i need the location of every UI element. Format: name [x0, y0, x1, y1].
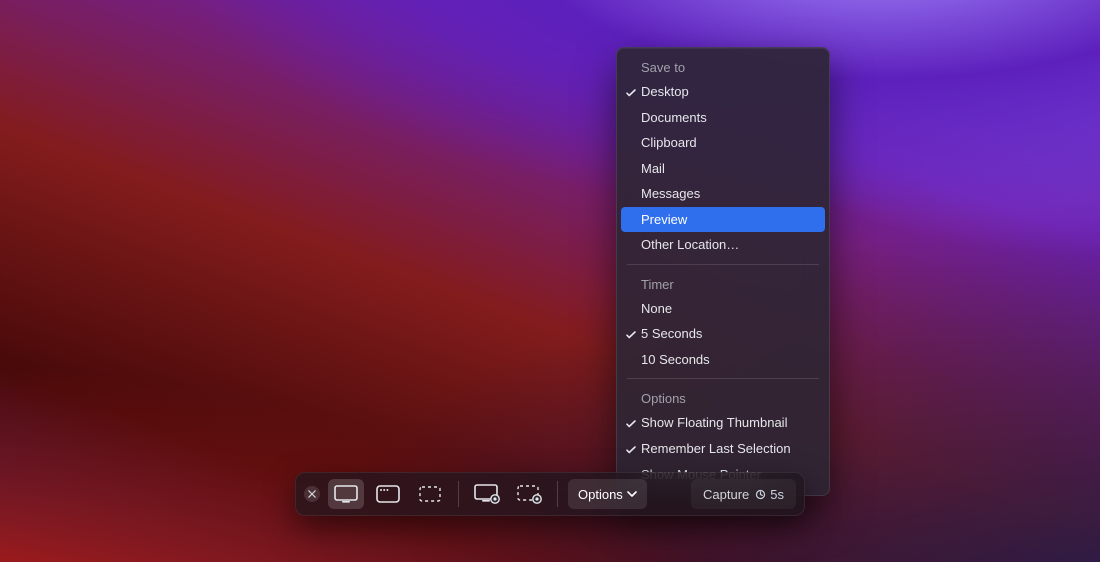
- menu-item-label: 5 Seconds: [641, 326, 702, 341]
- menu-divider: [627, 264, 819, 265]
- menu-item-label: Desktop: [641, 84, 689, 99]
- menu-section-title-options: Options: [617, 385, 829, 410]
- menu-item-label: Mail: [641, 161, 665, 176]
- menu-item-documents[interactable]: Documents: [617, 105, 829, 131]
- capture-entire-screen-icon: [334, 485, 358, 503]
- toolbar-separator: [557, 481, 558, 507]
- capture-entire-screen-button[interactable]: [328, 479, 364, 509]
- options-button[interactable]: Options: [568, 479, 647, 509]
- capture-selection-icon: [418, 485, 442, 503]
- capture-selection-button[interactable]: [412, 479, 448, 509]
- check-icon: [625, 443, 637, 455]
- screenshot-toolbar: Options Capture 5s: [295, 472, 805, 516]
- menu-item-label: Other Location…: [641, 237, 739, 252]
- menu-divider: [627, 378, 819, 379]
- menu-item-timer-none[interactable]: None: [617, 296, 829, 322]
- menu-item-label: 10 Seconds: [641, 352, 710, 367]
- check-icon: [625, 86, 637, 98]
- menu-item-label: None: [641, 301, 672, 316]
- close-icon: [308, 490, 316, 498]
- menu-item-preview[interactable]: Preview: [621, 207, 825, 233]
- options-menu: Save to Desktop Documents Clipboard Mail…: [616, 47, 830, 496]
- menu-section-title-save-to: Save to: [617, 54, 829, 79]
- capture-button[interactable]: Capture 5s: [691, 479, 796, 509]
- record-entire-screen-icon: [474, 484, 500, 504]
- menu-item-label: Documents: [641, 110, 707, 125]
- menu-item-label: Show Floating Thumbnail: [641, 415, 787, 430]
- menu-item-timer-5s[interactable]: 5 Seconds: [617, 321, 829, 347]
- record-selection-icon: [516, 484, 542, 504]
- capture-button-label: Capture: [703, 487, 749, 502]
- menu-item-mail[interactable]: Mail: [617, 156, 829, 182]
- record-entire-screen-button[interactable]: [469, 479, 505, 509]
- menu-item-messages[interactable]: Messages: [617, 181, 829, 207]
- menu-item-other-location[interactable]: Other Location…: [617, 232, 829, 258]
- timer-icon: [755, 489, 766, 500]
- chevron-down-icon: [627, 491, 637, 497]
- close-button[interactable]: [304, 486, 320, 502]
- menu-item-show-floating-thumbnail[interactable]: Show Floating Thumbnail: [617, 410, 829, 436]
- capture-window-button[interactable]: [370, 479, 406, 509]
- check-icon: [625, 417, 637, 429]
- menu-item-desktop[interactable]: Desktop: [617, 79, 829, 105]
- menu-item-label: Remember Last Selection: [641, 441, 791, 456]
- menu-item-label: Clipboard: [641, 135, 697, 150]
- capture-timer: 5s: [755, 487, 784, 502]
- menu-item-label: Messages: [641, 186, 700, 201]
- menu-item-label: Preview: [641, 212, 687, 227]
- record-selection-button[interactable]: [511, 479, 547, 509]
- toolbar-separator: [458, 481, 459, 507]
- menu-item-timer-10s[interactable]: 10 Seconds: [617, 347, 829, 373]
- menu-item-remember-last-selection[interactable]: Remember Last Selection: [617, 436, 829, 462]
- menu-section-title-timer: Timer: [617, 271, 829, 296]
- options-button-label: Options: [578, 487, 623, 502]
- check-icon: [625, 328, 637, 340]
- capture-timer-text: 5s: [770, 487, 784, 502]
- menu-item-clipboard[interactable]: Clipboard: [617, 130, 829, 156]
- capture-window-icon: [376, 485, 400, 503]
